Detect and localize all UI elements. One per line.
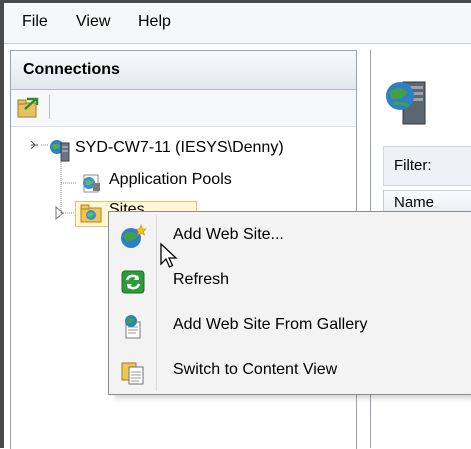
application-pools-icon [83,174,100,193]
server-large-icon [386,81,426,125]
menu-bar: File View Help [4,3,471,44]
menu-item-label: Refresh [173,271,230,288]
menu-item-label: Add Web Site... [173,226,284,243]
menu-item-switch-to-content-view[interactable]: Switch to Content View [111,350,471,394]
connect-icon[interactable] [15,95,41,121]
menu-file[interactable]: File [22,13,48,31]
menu-item-label: Add Web Site From Gallery [173,316,368,333]
connections-toolbar [11,90,356,127]
server-icon [50,140,70,162]
toolbar-separator [49,95,50,119]
tree-item-server[interactable]: SYD-CW7-11 (IESYS\Denny) [75,139,284,157]
sites-folder-icon [80,204,102,223]
gallery-icon [125,315,141,339]
globe-add-icon [121,224,147,248]
menu-view[interactable]: View [76,13,110,31]
refresh-icon [121,270,145,294]
content-view-icon [121,362,144,385]
menu-item-label: Switch to Content View [173,361,338,378]
connections-title: Connections [23,61,120,78]
connections-header: Connections [11,51,356,90]
window-frame-left [0,0,4,448]
name-column-label: Name [394,194,435,211]
mouse-cursor-icon [160,242,178,268]
tree-item-application-pools[interactable]: Application Pools [109,171,232,189]
context-menu: Add Web Site... Refresh Add Web Site Fro… [108,211,471,395]
menu-item-add-web-site-from-gallery[interactable]: Add Web Site From Gallery [111,305,471,349]
filter-bar: Filter: [383,146,471,186]
filter-label: Filter: [394,157,432,174]
menu-help[interactable]: Help [138,13,171,31]
